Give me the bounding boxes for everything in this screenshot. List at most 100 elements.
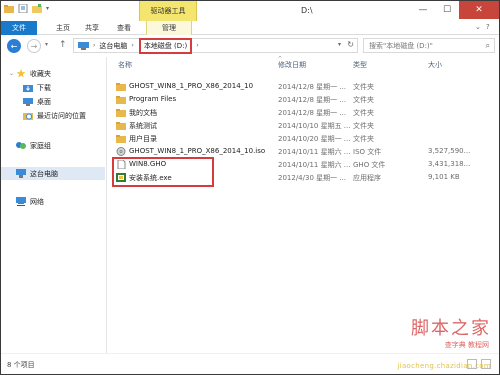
- file-modified: 2014/10/20 星期一 ...: [278, 135, 351, 143]
- sidebar-item-downloads[interactable]: 下载: [23, 81, 51, 94]
- sidebar-item-desktop[interactable]: 桌面: [23, 95, 51, 108]
- iso-file-icon: [116, 147, 126, 156]
- file-modified: 2014/12/8 星期一 ...: [278, 96, 347, 104]
- file-size: 3,431,318...: [428, 160, 471, 168]
- table-row[interactable]: 系统测试 2014/10/10 星期五 ... 文件夹: [108, 120, 499, 133]
- folder-icon: [116, 122, 126, 130]
- table-row[interactable]: 用户目录 2014/10/20 星期一 ... 文件夹: [108, 133, 499, 146]
- table-row[interactable]: Program Files 2014/12/8 星期一 ... 文件夹: [108, 94, 499, 107]
- expand-ribbon-icon[interactable]: ⌄: [475, 23, 483, 33]
- homegroup-icon: [16, 142, 26, 149]
- folder-icon: [116, 109, 126, 117]
- address-dropdown-icon[interactable]: ▾: [338, 41, 341, 48]
- sidebar-item-label: 网络: [30, 197, 44, 206]
- breadcrumb-separator-icon[interactable]: ›: [196, 42, 198, 49]
- navigation-bar: ← → ▾ ↑ › 这台电脑 › 本地磁盘 (D:) › ▾ ↻ ⌕: [1, 36, 499, 56]
- sidebar-item-favorites[interactable]: ⌄ 收藏夹: [9, 67, 51, 80]
- star-icon: [16, 69, 26, 78]
- download-folder-icon: [23, 85, 33, 92]
- file-name: 系统测试: [129, 122, 157, 130]
- context-tab-group: 驱动器工具: [139, 1, 197, 21]
- file-type: 应用程序: [353, 174, 381, 182]
- file-name: 用户目录: [129, 135, 157, 143]
- file-modified: 2012/4/30 星期一 ...: [278, 174, 347, 182]
- collapse-icon[interactable]: ⌄: [9, 70, 16, 77]
- watermark-title: 脚本之家: [411, 318, 491, 339]
- file-type: 文件夹: [353, 96, 374, 104]
- breadcrumb-separator-icon[interactable]: ›: [93, 42, 95, 49]
- file-type: 文件夹: [353, 83, 374, 91]
- sidebar-item-label: 家庭组: [30, 141, 51, 150]
- column-header-name[interactable]: 名称: [118, 60, 132, 72]
- sidebar-item-label: 最近访问的位置: [37, 111, 86, 120]
- sidebar-item-label: 收藏夹: [30, 69, 51, 78]
- table-row[interactable]: GHOST_WIN8_1_PRO_X86_2014_10 2014/12/8 星…: [108, 81, 499, 94]
- title-bar: ▾ 驱动器工具 D:\ — ☐ ✕: [1, 1, 499, 21]
- watermark: 脚本之家 查字典 教程网 jiaocheng.chazidian.com: [373, 314, 491, 370]
- recent-places-icon: [23, 113, 33, 120]
- forward-button[interactable]: →: [27, 39, 41, 53]
- file-name: GHOST_WIN8_1_PRO_X86_2014_10.iso: [129, 147, 266, 155]
- search-icon[interactable]: ⌕: [486, 41, 490, 51]
- computer-icon: [78, 41, 89, 50]
- file-name: Program Files: [129, 95, 177, 103]
- watermark-subtitle: 查字典 教程网: [444, 341, 489, 349]
- file-name: GHOST_WIN8_1_PRO_X86_2014_10: [129, 82, 254, 90]
- sidebar-item-label: 桌面: [37, 97, 51, 106]
- watermark-url: jiaocheng.chazidian.com: [397, 362, 491, 370]
- tab-file[interactable]: 文件: [1, 21, 37, 35]
- file-name: 我的文档: [129, 109, 157, 117]
- minimize-button[interactable]: —: [411, 1, 435, 19]
- breadcrumb-current-drive[interactable]: 本地磁盘 (D:): [138, 37, 193, 54]
- column-header-size[interactable]: 大小: [428, 60, 442, 72]
- file-type: 文件夹: [353, 109, 374, 117]
- tab-home[interactable]: 主页: [49, 21, 77, 35]
- window-controls: — ☐ ✕: [411, 1, 499, 19]
- folder-icon[interactable]: [4, 4, 14, 13]
- file-modified: 2014/10/11 星期六 ...: [278, 148, 351, 156]
- properties-icon[interactable]: [18, 4, 28, 13]
- column-header-modified[interactable]: 修改日期: [278, 60, 306, 72]
- tab-share[interactable]: 共享: [79, 21, 105, 35]
- navigation-pane: ⌄ 收藏夹 下载 桌面 最近访问的位置 家庭组 这台电脑 网络: [1, 57, 107, 353]
- help-icon[interactable]: ?: [486, 23, 496, 33]
- desktop-folder-icon: [23, 98, 33, 106]
- up-button[interactable]: ↑: [59, 40, 67, 50]
- file-type: 文件夹: [353, 122, 374, 130]
- file-modified: 2014/12/8 星期一 ...: [278, 109, 347, 117]
- ribbon-tabs: 文件 主页 共享 查看 管理 ⌄ ?: [1, 21, 499, 35]
- refresh-icon[interactable]: ↻: [347, 40, 354, 49]
- file-type: ISO 文件: [353, 148, 382, 156]
- folder-icon: [116, 96, 126, 104]
- quick-access-toolbar: ▾: [4, 4, 49, 13]
- recent-locations-icon[interactable]: ▾: [45, 41, 48, 48]
- new-folder-icon[interactable]: [32, 4, 42, 13]
- file-size: 9,101 KB: [428, 173, 460, 181]
- qat-dropdown-icon[interactable]: ▾: [46, 5, 49, 12]
- back-button[interactable]: ←: [7, 39, 21, 53]
- sidebar-item-network[interactable]: 网络: [9, 195, 44, 208]
- column-header-type[interactable]: 类型: [353, 60, 367, 72]
- search-input[interactable]: [369, 41, 479, 50]
- search-box[interactable]: ⌕: [363, 38, 495, 53]
- column-header-label: 名称: [118, 61, 132, 69]
- item-count: 8 个项目: [7, 361, 35, 369]
- file-modified: 2014/10/10 星期五 ...: [278, 122, 351, 130]
- computer-icon: [16, 169, 26, 178]
- tab-manage[interactable]: 管理: [146, 21, 192, 35]
- folder-icon: [116, 83, 126, 91]
- sidebar-item-recent-places[interactable]: 最近访问的位置: [23, 109, 86, 122]
- breadcrumb-separator-icon[interactable]: ›: [131, 42, 133, 49]
- file-size: 3,527,590...: [428, 147, 471, 155]
- close-button[interactable]: ✕: [459, 1, 499, 19]
- address-bar[interactable]: › 这台电脑 › 本地磁盘 (D:) › ▾ ↻: [73, 37, 358, 54]
- maximize-button[interactable]: ☐: [435, 1, 459, 19]
- table-row[interactable]: 我的文档 2014/12/8 星期一 ... 文件夹: [108, 107, 499, 120]
- file-modified: 2014/10/11 星期六 ...: [278, 161, 351, 169]
- sidebar-item-label: 这台电脑: [30, 169, 58, 178]
- sidebar-item-homegroup[interactable]: 家庭组: [9, 139, 51, 152]
- tab-view[interactable]: 查看: [111, 21, 137, 35]
- sidebar-item-label: 下载: [37, 83, 51, 92]
- breadcrumb-this-pc[interactable]: 这台电脑: [99, 41, 127, 51]
- sidebar-item-this-pc[interactable]: 这台电脑: [1, 167, 105, 180]
